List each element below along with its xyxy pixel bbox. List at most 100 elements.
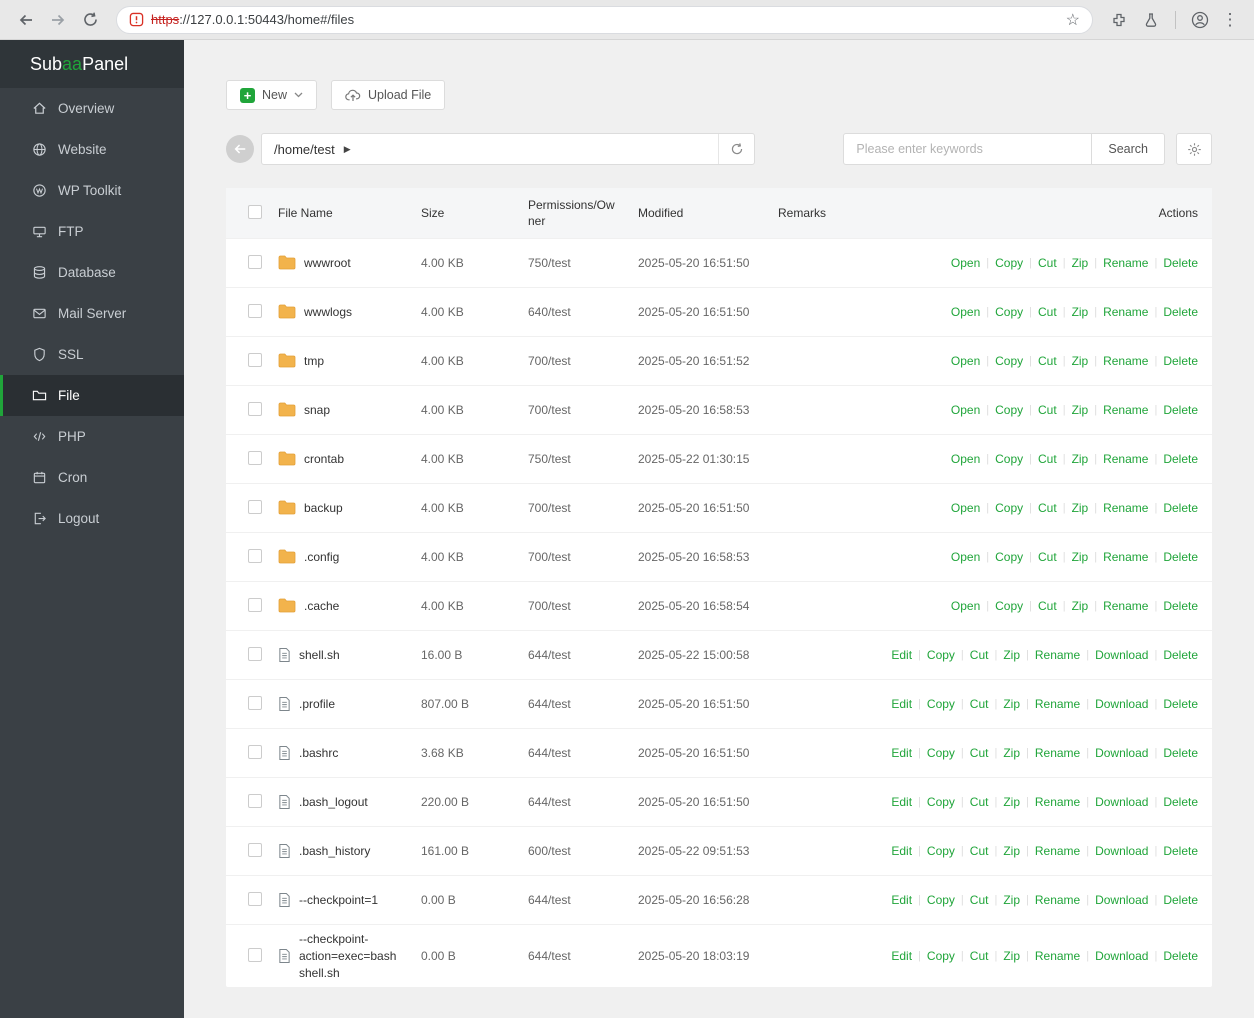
- path-refresh-button[interactable]: [718, 134, 754, 164]
- row-checkbox[interactable]: [248, 947, 262, 962]
- action-open-link[interactable]: Open: [951, 452, 980, 466]
- action-copy-link[interactable]: Copy: [995, 354, 1023, 368]
- action-download-link[interactable]: Download: [1095, 893, 1148, 907]
- action-cut-link[interactable]: Cut: [970, 697, 989, 711]
- file-name[interactable]: wwwroot: [304, 255, 351, 272]
- action-copy-link[interactable]: Copy: [927, 795, 955, 809]
- profile-icon[interactable]: [1186, 6, 1214, 34]
- action-delete-link[interactable]: Delete: [1163, 697, 1198, 711]
- file-name[interactable]: .bash_history: [299, 843, 370, 860]
- sidebar-item-website[interactable]: Website: [0, 129, 184, 170]
- new-button[interactable]: + New: [226, 80, 318, 110]
- action-download-link[interactable]: Download: [1095, 844, 1148, 858]
- action-cut-link[interactable]: Cut: [1038, 403, 1057, 417]
- path-input[interactable]: /home/test ▶: [262, 134, 718, 164]
- action-open-link[interactable]: Open: [951, 501, 980, 515]
- action-zip-link[interactable]: Zip: [1072, 354, 1089, 368]
- action-rename-link[interactable]: Rename: [1035, 746, 1080, 760]
- file-name[interactable]: snap: [304, 402, 330, 419]
- action-edit-link[interactable]: Edit: [891, 746, 912, 760]
- action-download-link[interactable]: Download: [1095, 795, 1148, 809]
- action-rename-link[interactable]: Rename: [1103, 452, 1148, 466]
- row-checkbox[interactable]: [248, 548, 262, 563]
- browser-menu-icon[interactable]: ⋮: [1218, 10, 1242, 30]
- action-zip-link[interactable]: Zip: [1072, 305, 1089, 319]
- action-copy-link[interactable]: Copy: [927, 844, 955, 858]
- action-download-link[interactable]: Download: [1095, 648, 1148, 662]
- action-open-link[interactable]: Open: [951, 354, 980, 368]
- file-name[interactable]: wwwlogs: [304, 304, 352, 321]
- labs-flask-icon[interactable]: [1137, 6, 1165, 34]
- action-delete-link[interactable]: Delete: [1163, 501, 1198, 515]
- row-checkbox[interactable]: [248, 793, 262, 808]
- action-rename-link[interactable]: Rename: [1035, 697, 1080, 711]
- sidebar-item-ftp[interactable]: FTP: [0, 211, 184, 252]
- row-checkbox[interactable]: [248, 254, 262, 269]
- row-checkbox[interactable]: [248, 695, 262, 710]
- file-name[interactable]: .bashrc: [299, 745, 338, 762]
- action-copy-link[interactable]: Copy: [927, 893, 955, 907]
- action-delete-link[interactable]: Delete: [1163, 550, 1198, 564]
- action-open-link[interactable]: Open: [951, 305, 980, 319]
- action-zip-link[interactable]: Zip: [1072, 403, 1089, 417]
- action-download-link[interactable]: Download: [1095, 697, 1148, 711]
- action-zip-link[interactable]: Zip: [1072, 452, 1089, 466]
- action-delete-link[interactable]: Delete: [1163, 403, 1198, 417]
- action-copy-link[interactable]: Copy: [927, 949, 955, 963]
- action-edit-link[interactable]: Edit: [891, 795, 912, 809]
- action-rename-link[interactable]: Rename: [1035, 844, 1080, 858]
- action-copy-link[interactable]: Copy: [995, 305, 1023, 319]
- action-delete-link[interactable]: Delete: [1163, 893, 1198, 907]
- action-cut-link[interactable]: Cut: [970, 893, 989, 907]
- search-button[interactable]: Search: [1092, 133, 1165, 165]
- action-copy-link[interactable]: Copy: [927, 648, 955, 662]
- action-copy-link[interactable]: Copy: [995, 550, 1023, 564]
- action-zip-link[interactable]: Zip: [1003, 648, 1020, 662]
- path-back-button[interactable]: [226, 135, 254, 163]
- file-name[interactable]: .profile: [299, 696, 335, 713]
- sidebar-item-cron[interactable]: Cron: [0, 457, 184, 498]
- action-open-link[interactable]: Open: [951, 550, 980, 564]
- action-rename-link[interactable]: Rename: [1103, 256, 1148, 270]
- extensions-icon[interactable]: [1105, 6, 1133, 34]
- row-checkbox[interactable]: [248, 303, 262, 318]
- action-edit-link[interactable]: Edit: [891, 949, 912, 963]
- action-copy-link[interactable]: Copy: [927, 746, 955, 760]
- action-cut-link[interactable]: Cut: [1038, 599, 1057, 613]
- action-copy-link[interactable]: Copy: [995, 403, 1023, 417]
- action-zip-link[interactable]: Zip: [1003, 844, 1020, 858]
- action-open-link[interactable]: Open: [951, 403, 980, 417]
- file-name[interactable]: backup: [304, 500, 343, 517]
- action-rename-link[interactable]: Rename: [1035, 893, 1080, 907]
- row-checkbox[interactable]: [248, 499, 262, 514]
- action-rename-link[interactable]: Rename: [1103, 403, 1148, 417]
- action-delete-link[interactable]: Delete: [1163, 844, 1198, 858]
- action-delete-link[interactable]: Delete: [1163, 452, 1198, 466]
- action-edit-link[interactable]: Edit: [891, 648, 912, 662]
- action-rename-link[interactable]: Rename: [1035, 648, 1080, 662]
- row-checkbox[interactable]: [248, 401, 262, 416]
- action-cut-link[interactable]: Cut: [970, 648, 989, 662]
- action-delete-link[interactable]: Delete: [1163, 305, 1198, 319]
- row-checkbox[interactable]: [248, 744, 262, 759]
- site-security-icon[interactable]: [129, 12, 144, 27]
- action-zip-link[interactable]: Zip: [1072, 501, 1089, 515]
- browser-back-button[interactable]: [12, 6, 40, 34]
- row-checkbox[interactable]: [248, 352, 262, 367]
- file-name[interactable]: tmp: [304, 353, 324, 370]
- action-download-link[interactable]: Download: [1095, 746, 1148, 760]
- file-name[interactable]: --checkpoint-action=exec=bash shell.sh: [299, 931, 413, 981]
- action-delete-link[interactable]: Delete: [1163, 648, 1198, 662]
- action-zip-link[interactable]: Zip: [1003, 949, 1020, 963]
- row-checkbox[interactable]: [248, 891, 262, 906]
- action-delete-link[interactable]: Delete: [1163, 949, 1198, 963]
- action-zip-link[interactable]: Zip: [1072, 550, 1089, 564]
- action-copy-link[interactable]: Copy: [995, 599, 1023, 613]
- sidebar-item-ssl[interactable]: SSL: [0, 334, 184, 375]
- action-delete-link[interactable]: Delete: [1163, 354, 1198, 368]
- row-checkbox[interactable]: [248, 842, 262, 857]
- action-zip-link[interactable]: Zip: [1072, 256, 1089, 270]
- action-open-link[interactable]: Open: [951, 599, 980, 613]
- url-bar[interactable]: https://127.0.0.1:50443/home#/files ☆: [116, 5, 1093, 34]
- action-delete-link[interactable]: Delete: [1163, 256, 1198, 270]
